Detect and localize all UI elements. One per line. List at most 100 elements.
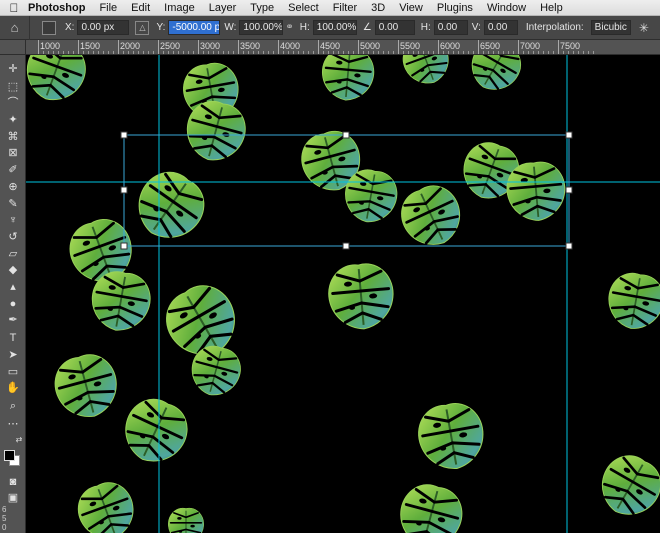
ruler-minor-tick <box>433 51 434 54</box>
eyedropper-tool-icon[interactable]: ✐ <box>3 163 23 177</box>
ruler-minor-tick <box>203 51 204 54</box>
ruler-major-tick <box>198 40 199 54</box>
dodge-tool-icon[interactable]: ● <box>3 297 23 311</box>
ruler-minor-tick <box>88 51 89 54</box>
ruler-minor-tick <box>483 51 484 54</box>
link-icon[interactable]: ⚭ <box>285 22 293 33</box>
ruler-minor-tick <box>403 51 404 54</box>
menu-3d[interactable]: 3D <box>371 2 385 14</box>
menu-window[interactable]: Window <box>487 2 526 14</box>
horizontal-ruler[interactable]: 1000 1500 2000 2500 3000 3500 4000 4500 5000 5500… <box>26 40 660 55</box>
zoom-tool-icon[interactable]: ⌕ <box>3 399 23 413</box>
height-field[interactable]: 100.00% <box>312 20 357 35</box>
vertical-ruler-digit: 0 <box>2 523 7 532</box>
rotation-field[interactable]: 0.00 <box>374 20 415 35</box>
ruler-minor-tick <box>58 51 59 54</box>
menu-app-name[interactable]: Photoshop <box>28 2 85 14</box>
menu-help[interactable]: Help <box>540 2 563 14</box>
relative-position-icon[interactable]: △ <box>135 20 150 35</box>
paint-bucket-tool-icon[interactable]: ◆ <box>3 263 23 277</box>
ruler-minor-tick <box>208 51 209 54</box>
tools-panel: 6 5 0 ✛ ⬚ ⌒ ✦ ⌘ ⊠ ✐ ⊕ ✎ ♆ ↺ ▱ ◆ ▴ ● ✒ T ➤ ▭ ✋ ⌕ ⋯ ⇄ ◙ ▣ <box>0 55 26 533</box>
quick-select-tool-icon[interactable]: ✦ <box>3 113 23 127</box>
ruler-minor-tick <box>548 51 549 54</box>
brush-tool-icon[interactable]: ✎ <box>3 197 23 211</box>
ruler-label: 6000 <box>440 41 461 51</box>
h-label: H: <box>299 22 310 33</box>
ruler-minor-tick <box>178 51 179 54</box>
ruler-minor-tick <box>363 51 364 54</box>
apple-logo-icon[interactable]:  <box>0 1 28 15</box>
marquee-tool-icon[interactable]: ⬚ <box>3 80 23 94</box>
menu-file[interactable]: File <box>99 2 117 14</box>
healing-brush-tool-icon[interactable]: ⊕ <box>3 180 23 194</box>
h-skew-field[interactable]: 0.00 <box>433 20 468 35</box>
ruler-minor-tick <box>593 51 594 54</box>
quick-mask-icon[interactable]: ◙ <box>3 475 23 489</box>
path-select-tool-icon[interactable]: ➤ <box>3 348 23 362</box>
ruler-minor-tick <box>303 51 304 54</box>
type-tool-icon[interactable]: T <box>3 331 23 345</box>
ruler-minor-tick <box>443 51 444 54</box>
width-field[interactable]: 100.00% <box>239 20 284 35</box>
history-brush-tool-icon[interactable]: ↺ <box>3 230 23 244</box>
x-position-field[interactable]: 0.00 px <box>77 20 130 35</box>
ruler-minor-tick <box>113 51 114 54</box>
menu-type[interactable]: Type <box>250 2 274 14</box>
h-skew-label: H: <box>420 22 431 33</box>
crop-tool-icon[interactable]: ⌘ <box>3 130 23 144</box>
ruler-corner[interactable] <box>0 40 26 55</box>
menu-layer[interactable]: Layer <box>209 2 237 14</box>
ruler-major-tick <box>358 40 359 54</box>
pen-tool-icon[interactable]: ✒ <box>3 313 23 327</box>
foreground-color-swatch[interactable] <box>4 450 15 461</box>
frame-tool-icon[interactable]: ⊠ <box>3 146 23 160</box>
transform-handle <box>565 242 573 250</box>
ruler-minor-tick <box>243 51 244 54</box>
hand-tool-icon[interactable]: ✋ <box>3 381 23 395</box>
ruler-minor-tick <box>173 51 174 54</box>
ruler-minor-tick <box>108 51 109 54</box>
ruler-major-tick <box>478 40 479 54</box>
ruler-minor-tick <box>393 51 394 54</box>
ruler-minor-tick <box>498 51 499 54</box>
ruler-minor-tick <box>253 51 254 54</box>
ruler-minor-tick <box>448 51 449 54</box>
move-tool-icon[interactable]: ✛ <box>3 62 23 76</box>
y-position-field[interactable]: -5000.00 p <box>168 20 221 35</box>
menu-edit[interactable]: Edit <box>131 2 150 14</box>
reference-point-icon[interactable] <box>42 20 56 35</box>
menu-image[interactable]: Image <box>164 2 195 14</box>
blur-tool-icon[interactable]: ▴ <box>3 280 23 294</box>
document-canvas[interactable] <box>26 55 660 533</box>
angle-icon: ∠ <box>362 22 372 33</box>
ruler-minor-tick <box>83 51 84 54</box>
ruler-major-tick <box>158 40 159 54</box>
menu-plugins[interactable]: Plugins <box>437 2 473 14</box>
menu-filter[interactable]: Filter <box>333 2 357 14</box>
home-icon[interactable]: ⌂ <box>0 15 30 40</box>
clone-stamp-tool-icon[interactable]: ♆ <box>3 213 23 227</box>
more-tools-icon[interactable]: ⋯ <box>3 417 23 431</box>
menu-bar:  Photoshop File Edit Image Layer Type S… <box>0 0 660 16</box>
ruler-minor-tick <box>588 51 589 54</box>
lasso-tool-icon[interactable]: ⌒ <box>3 96 23 110</box>
v-skew-field[interactable]: 0.00 <box>483 20 518 35</box>
transform-handle <box>565 186 573 194</box>
eraser-tool-icon[interactable]: ▱ <box>3 247 23 261</box>
ruler-major-tick <box>78 40 79 54</box>
ruler-minor-tick <box>493 51 494 54</box>
menu-view[interactable]: View <box>399 2 423 14</box>
transform-handle <box>120 131 128 139</box>
ruler-minor-tick <box>168 51 169 54</box>
ruler-minor-tick <box>563 51 564 54</box>
shape-tool-icon[interactable]: ▭ <box>3 365 23 379</box>
ruler-minor-tick <box>458 51 459 54</box>
swap-colors-icon[interactable]: ⇄ <box>14 433 24 447</box>
screen-mode-icon[interactable]: ▣ <box>3 491 23 505</box>
warp-icon[interactable]: ✳ <box>639 21 649 35</box>
menu-select[interactable]: Select <box>288 2 319 14</box>
ruler-minor-tick <box>288 51 289 54</box>
ruler-minor-tick <box>48 51 49 54</box>
interpolation-select[interactable]: Bicubic <box>590 20 631 35</box>
